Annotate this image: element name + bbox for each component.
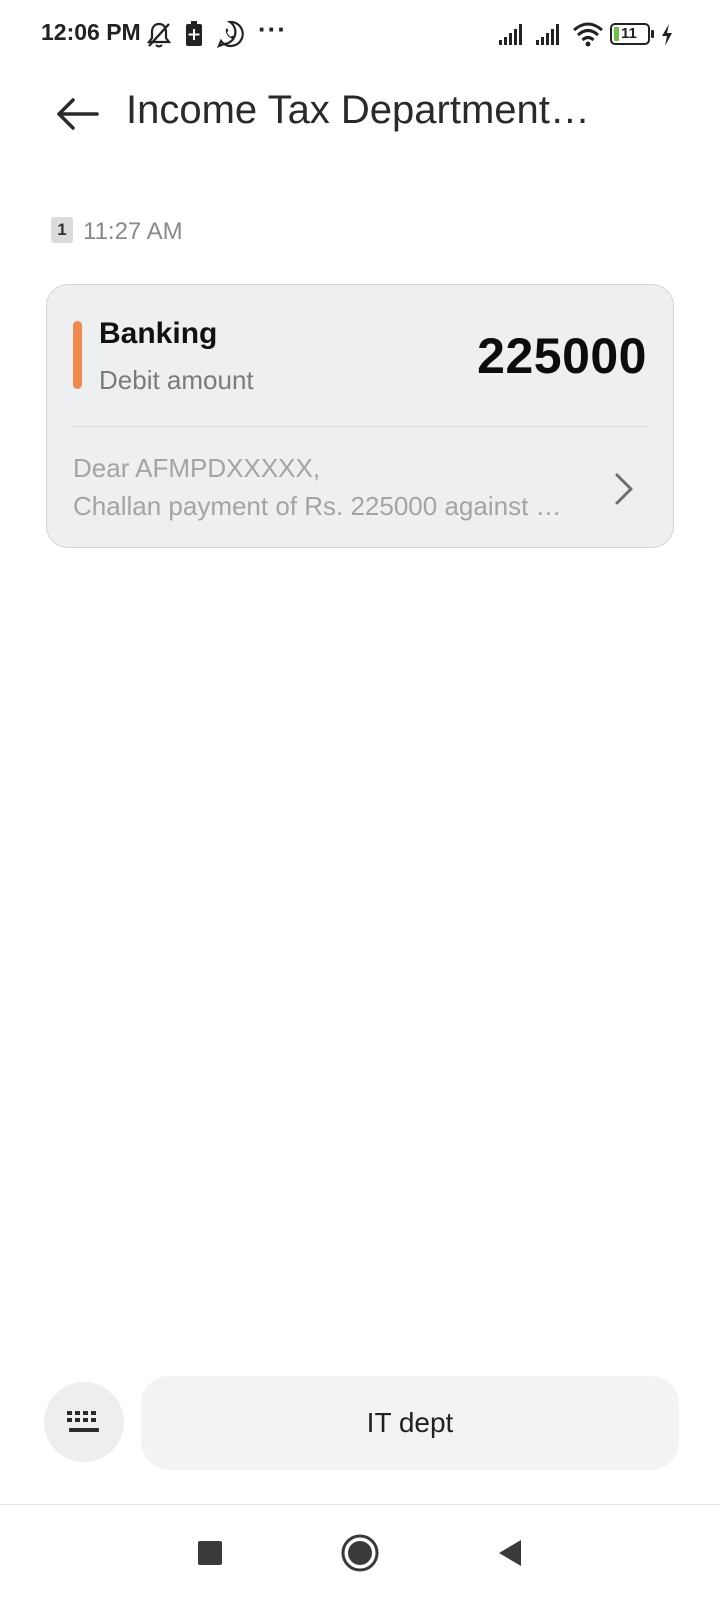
chevron-right-icon[interactable] [609,469,639,509]
nav-back-button[interactable] [480,1523,540,1583]
quick-reply-label: IT dept [366,1407,454,1438]
mute-bell-icon [146,22,172,48]
back-button[interactable] [44,84,112,144]
status-bar: 12:06 PM ··· 11 [0,0,720,70]
more-notifications-icon: ··· [258,14,287,44]
card-divider [73,426,647,427]
transaction-card[interactable]: Banking Debit amount 225000 Dear AFMPDXX… [46,284,674,548]
sim-badge: 1 [51,217,73,243]
card-category: Banking [99,317,218,350]
keyboard-icon [67,1411,99,1432]
wifi-icon [573,22,603,47]
home-circle-icon [341,1534,379,1572]
category-accent-bar [73,321,82,389]
page-title: Income Tax Department… [126,88,590,132]
whatsapp-icon [217,20,244,48]
recents-button[interactable] [180,1523,240,1583]
quick-reply-button[interactable]: IT dept [141,1376,679,1470]
battery-saver-icon [186,21,202,46]
card-subtitle: Debit amount [99,365,254,395]
recents-square-icon [198,1541,222,1565]
signal-icon [536,24,559,45]
navigation-bar [0,1505,720,1600]
message-preview-line1: Dear AFMPDXXXXX, [73,453,321,483]
back-triangle-icon [499,1540,521,1566]
battery-icon: 11 [610,22,656,46]
charging-icon [662,24,672,46]
status-time: 12:06 PM [41,19,141,45]
battery-level: 11 [621,25,637,42]
card-amount: 225000 [477,328,647,384]
keyboard-button[interactable] [44,1382,124,1462]
message-preview-line2: Challan payment of Rs. 225000 against … [73,491,562,521]
home-button[interactable] [330,1523,390,1583]
message-timestamp: 11:27 AM [83,218,183,245]
signal-icon [499,24,522,45]
back-arrow-icon [57,98,99,130]
